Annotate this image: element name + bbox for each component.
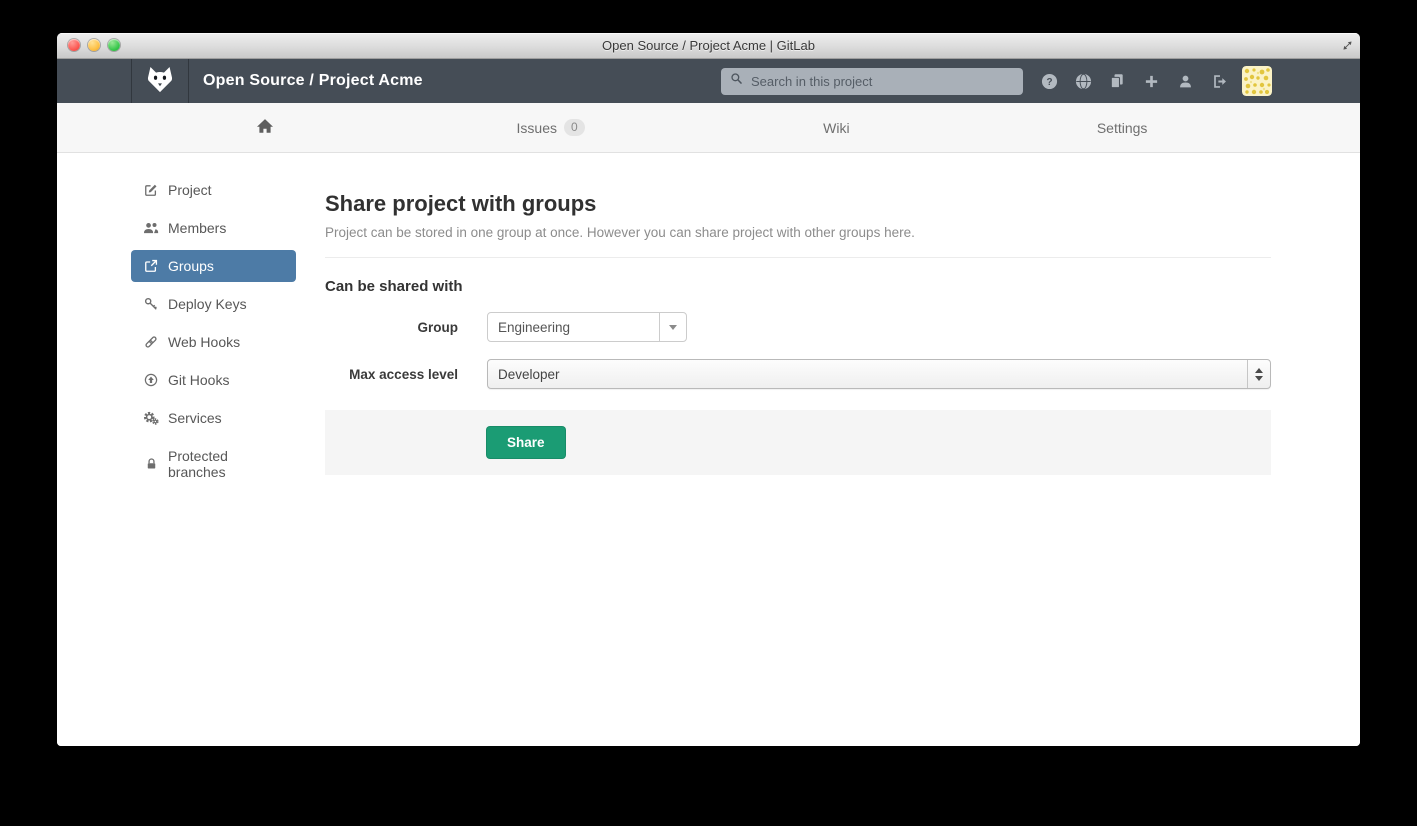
help-icon[interactable]: ? [1040, 72, 1058, 90]
access-level-form-row: Max access level Developer [325, 359, 1271, 389]
sidebar-item-label: Web Hooks [168, 334, 240, 350]
max-access-level-value: Developer [488, 367, 1247, 382]
main-panel: Share project with groups Project can be… [325, 153, 1271, 746]
cogs-icon [143, 411, 159, 425]
sidebar-item-label: Protected branches [168, 448, 284, 480]
user-icon[interactable] [1176, 72, 1194, 90]
nav-item-issues[interactable]: Issues 0 [408, 103, 694, 152]
max-access-level-label: Max access level [325, 367, 487, 382]
fullscreen-icon[interactable] [1341, 39, 1354, 52]
members-icon [143, 221, 159, 235]
section-title: Can be shared with [325, 278, 1271, 295]
copy-icon[interactable] [1108, 72, 1126, 90]
header-left-pad [57, 59, 132, 103]
link-icon [143, 335, 159, 349]
page-title: Share project with groups [325, 191, 1271, 217]
share-square-icon [143, 259, 159, 273]
group-label: Group [325, 320, 487, 335]
divider [325, 257, 1271, 258]
dropdown-arrow [659, 313, 686, 341]
sign-out-icon[interactable] [1210, 72, 1228, 90]
home-icon [256, 118, 274, 137]
globe-icon[interactable] [1074, 72, 1092, 90]
minimize-window-button[interactable] [88, 39, 100, 51]
sidebar-item-label: Deploy Keys [168, 296, 247, 312]
group-select-value: Engineering [488, 320, 659, 335]
stepper-down-icon [1255, 376, 1263, 381]
sidebar-item-label: Groups [168, 258, 214, 274]
header-project-title: Open Source / Project Acme [203, 72, 423, 90]
search-box [721, 68, 1023, 95]
issues-count-badge: 0 [564, 119, 585, 136]
header-icon-row: ? [1040, 72, 1228, 90]
plus-icon[interactable] [1142, 72, 1160, 90]
settings-sidebar: Project Members Groups Deploy Keys [131, 174, 296, 746]
window-controls [68, 39, 120, 51]
nav-issues-label: Issues [517, 120, 557, 136]
form-actions: Share [325, 410, 1271, 475]
max-access-level-select[interactable]: Developer [487, 359, 1271, 389]
pencil-square-icon [143, 183, 159, 197]
avatar[interactable] [1242, 66, 1272, 96]
gitlab-logo[interactable] [132, 59, 189, 103]
sidebar-item-protected-branches[interactable]: Protected branches [131, 440, 296, 488]
sidebar-item-project[interactable]: Project [131, 174, 296, 206]
sidebar-item-git-hooks[interactable]: Git Hooks [131, 364, 296, 396]
share-button[interactable]: Share [486, 426, 566, 459]
sidebar-item-deploy-keys[interactable]: Deploy Keys [131, 288, 296, 320]
sidebar-item-services[interactable]: Services [131, 402, 296, 434]
nav-settings-label: Settings [1097, 120, 1148, 136]
sidebar-item-members[interactable]: Members [131, 212, 296, 244]
sidebar-item-web-hooks[interactable]: Web Hooks [131, 326, 296, 358]
stepper-up-icon [1255, 368, 1263, 373]
sidebar-item-label: Members [168, 220, 226, 236]
key-icon [143, 297, 159, 311]
zoom-window-button[interactable] [108, 39, 120, 51]
project-navbar: Issues 0 Wiki Settings [57, 103, 1360, 153]
lock-icon [143, 457, 159, 471]
select-stepper-icon [1247, 360, 1270, 388]
nav-wiki-label: Wiki [823, 120, 849, 136]
search-icon [730, 72, 743, 90]
app-header: Open Source / Project Acme ? [57, 59, 1360, 103]
chevron-down-icon [669, 325, 677, 330]
content-area: Project Members Groups Deploy Keys [57, 153, 1360, 746]
mac-window: Open Source / Project Acme | GitLab Open… [57, 33, 1360, 746]
nav-item-settings[interactable]: Settings [979, 103, 1265, 152]
window-titlebar[interactable]: Open Source / Project Acme | GitLab [57, 33, 1360, 59]
group-form-row: Group Engineering [325, 312, 1271, 342]
group-select[interactable]: Engineering [487, 312, 687, 342]
nav-item-wiki[interactable]: Wiki [694, 103, 980, 152]
sidebar-item-label: Project [168, 182, 212, 198]
search-input[interactable] [749, 73, 1014, 90]
svg-text:?: ? [1046, 77, 1052, 88]
window-title: Open Source / Project Acme | GitLab [602, 38, 815, 53]
nav-item-home[interactable] [122, 103, 408, 152]
page-description: Project can be stored in one group at on… [325, 225, 1271, 240]
sidebar-item-groups[interactable]: Groups [131, 250, 296, 282]
close-window-button[interactable] [68, 39, 80, 51]
sidebar-item-label: Services [168, 410, 222, 426]
arrow-circle-up-icon [143, 373, 159, 387]
sidebar-item-label: Git Hooks [168, 372, 229, 388]
gitlab-fox-icon [145, 65, 175, 98]
